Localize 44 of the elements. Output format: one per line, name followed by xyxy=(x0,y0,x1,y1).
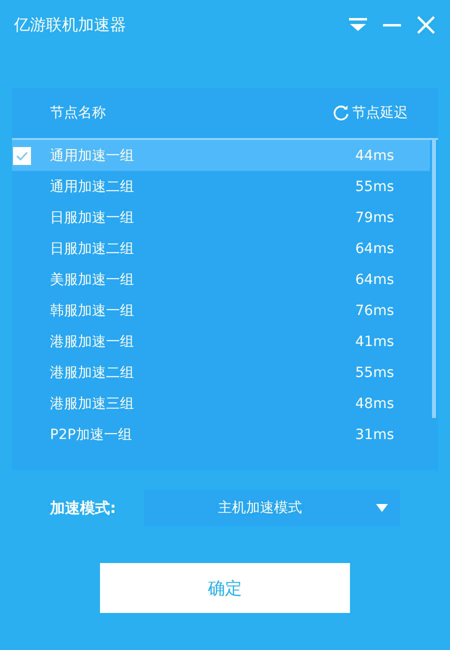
close-icon xyxy=(417,16,435,34)
node-latency: 76ms xyxy=(355,302,394,318)
close-button[interactable] xyxy=(416,15,436,35)
node-latency: 55ms xyxy=(355,178,394,194)
node-name: 港服加速三组 xyxy=(50,394,135,412)
node-name: 通用加速二组 xyxy=(50,178,135,196)
menu-icon xyxy=(349,17,367,33)
node-row[interactable]: 港服加速一组 41ms xyxy=(12,326,430,357)
window-title: 亿游联机加速器 xyxy=(14,14,127,36)
node-row[interactable]: 美服加速一组 64ms xyxy=(12,264,430,295)
column-header: 节点名称 xyxy=(50,104,107,122)
checkmark-icon xyxy=(16,150,28,160)
node-row[interactable]: 通用加速一组 44ms xyxy=(12,140,430,171)
mode-select[interactable]: 主机加速模式 xyxy=(144,490,400,526)
node-latency: 31ms xyxy=(355,426,394,442)
node-name: P2P加速一组 xyxy=(50,426,133,444)
node-name: 港服加速二组 xyxy=(50,364,135,382)
column-header: 节点延迟 xyxy=(352,104,408,122)
node-row[interactable]: 港服加速二组 55ms xyxy=(12,357,430,388)
node-latency: 64ms xyxy=(355,240,394,256)
node-name: 日服加速一组 xyxy=(50,208,135,226)
scrollbar[interactable] xyxy=(432,140,436,418)
node-latency: 41ms xyxy=(355,334,394,350)
node-name: 美服加速一组 xyxy=(50,270,135,288)
node-name: 韩服加速一组 xyxy=(50,302,135,320)
node-row[interactable]: 韩服加速一组 76ms xyxy=(12,295,430,326)
node-row[interactable]: 日服加速二组 64ms xyxy=(12,233,430,264)
node-row[interactable]: 通用加速二组 55ms xyxy=(12,171,430,202)
node-latency: 44ms xyxy=(355,148,394,164)
mode-label: 加速模式: xyxy=(50,498,117,518)
node-latency: 55ms xyxy=(355,364,394,380)
node-row[interactable]: 日服加速一组 79ms xyxy=(12,202,430,233)
minimize-icon xyxy=(383,24,401,26)
confirm-button[interactable]: 确定 xyxy=(100,563,350,613)
refresh-icon[interactable] xyxy=(333,105,349,121)
node-name: 日服加速二组 xyxy=(50,240,135,258)
caret-icon xyxy=(376,504,388,512)
node-latency: 48ms xyxy=(355,396,394,412)
node-row[interactable]: 港服加速三组 48ms xyxy=(12,388,430,419)
node-row[interactable]: P2P加速一组 31ms xyxy=(12,419,430,450)
node-latency: 79ms xyxy=(355,210,394,226)
node-name: 港服加速一组 xyxy=(50,332,135,350)
node-name: 通用加速一组 xyxy=(50,146,135,164)
node-latency: 64ms xyxy=(355,272,394,288)
